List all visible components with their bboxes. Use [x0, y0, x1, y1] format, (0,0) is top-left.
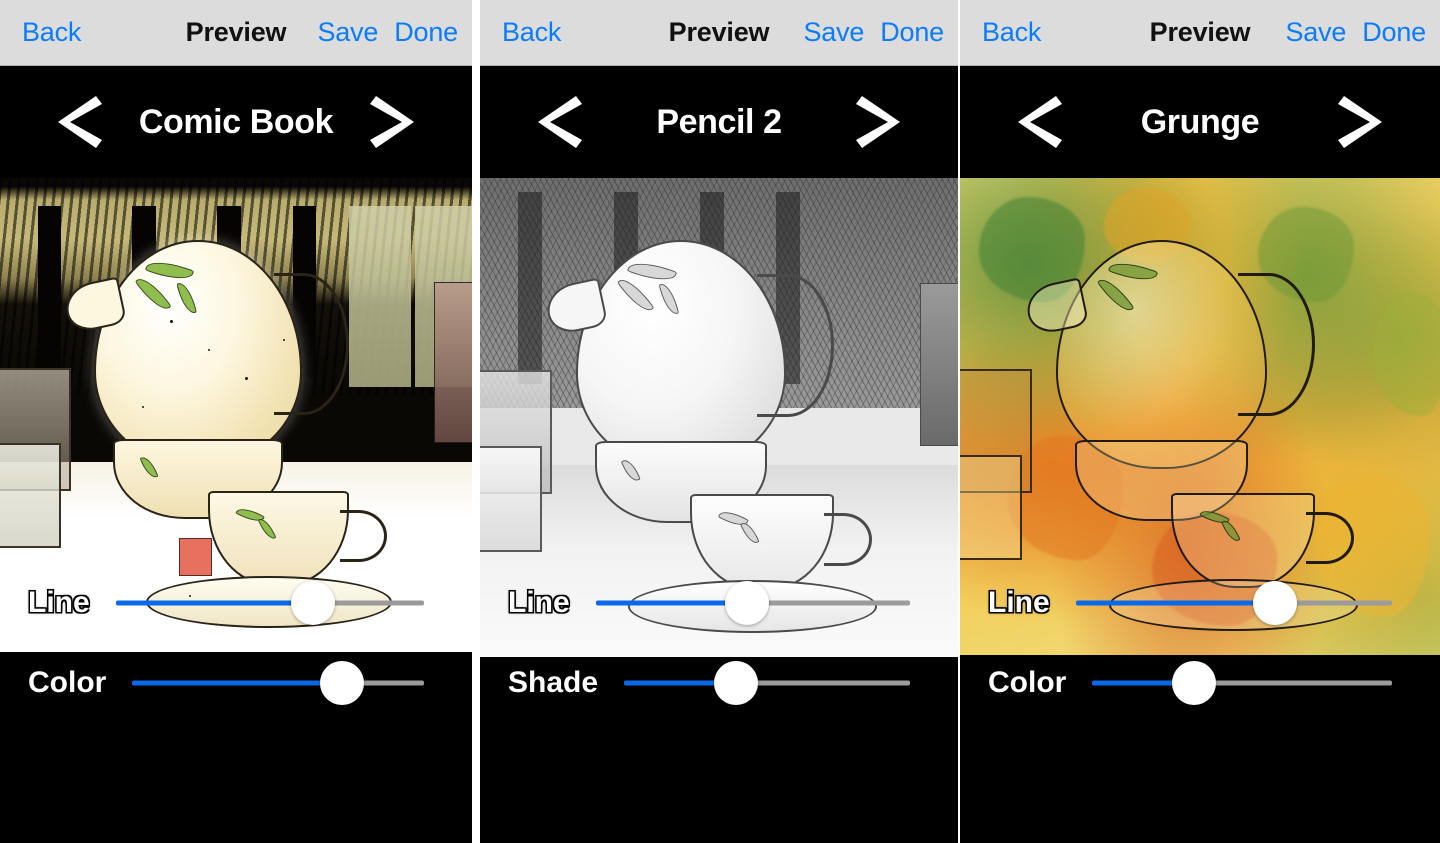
slider-line-fill — [1075, 600, 1275, 606]
slider-color-thumb[interactable] — [320, 661, 365, 705]
filter-selector-bar: Grunge — [960, 66, 1440, 178]
slider-line-fill — [115, 600, 313, 606]
back-button[interactable]: Back — [982, 17, 1041, 48]
slider-color-label: Color — [28, 666, 107, 699]
slider-color-track-wrap[interactable] — [1092, 657, 1392, 709]
slider-shade[interactable]: Shade — [480, 657, 958, 709]
back-button[interactable]: Back — [22, 17, 81, 48]
done-button[interactable]: Done — [1362, 17, 1426, 48]
filter-name-label: Grunge — [1140, 102, 1260, 141]
preview-panel-pencil-2: Back Preview Save Done Pencil 2 Line Sha… — [480, 0, 958, 843]
slider-line[interactable]: Line — [480, 577, 958, 629]
chevron-right-icon[interactable] — [856, 94, 902, 150]
slider-shade-track-wrap[interactable] — [624, 657, 910, 709]
chevron-right-icon[interactable] — [1338, 94, 1384, 150]
slider-line-label: Line — [988, 586, 1050, 619]
slider-line-track-wrap[interactable] — [1075, 577, 1392, 629]
slider-color-track-wrap[interactable] — [132, 657, 424, 709]
panel-divider — [472, 0, 480, 843]
slider-line-thumb[interactable] — [1252, 581, 1297, 625]
slider-color-thumb[interactable] — [1172, 661, 1217, 705]
slider-line-thumb[interactable] — [291, 581, 335, 625]
navbar-actions: Save Done — [1286, 17, 1427, 48]
preview-panel-comic-book: Back Preview Save Done Comic Book Line C… — [0, 0, 472, 843]
save-button[interactable]: Save — [804, 17, 865, 48]
slider-shade-remainder — [735, 680, 910, 686]
slider-line-label: Line — [508, 586, 570, 619]
slider-line-label: Line — [28, 586, 90, 619]
navigation-bar: Back Preview Save Done — [480, 0, 958, 66]
slider-color-label: Color — [988, 666, 1067, 699]
done-button[interactable]: Done — [394, 17, 458, 48]
slider-color-remainder — [1194, 680, 1392, 686]
slider-line[interactable]: Line — [0, 577, 472, 629]
filter-name-label: Comic Book — [138, 102, 334, 141]
slider-line-remainder — [746, 600, 910, 606]
save-button[interactable]: Save — [318, 17, 379, 48]
filter-name-label: Pencil 2 — [656, 102, 782, 141]
slider-line[interactable]: Line — [960, 577, 1440, 629]
slider-color[interactable]: Color — [0, 657, 472, 709]
slider-color[interactable]: Color — [960, 657, 1440, 709]
filter-selector-bar: Comic Book — [0, 66, 472, 178]
chevron-right-icon[interactable] — [370, 94, 416, 150]
chevron-left-icon[interactable] — [1016, 94, 1062, 150]
save-button[interactable]: Save — [1286, 17, 1347, 48]
preview-panel-grunge: Back Preview Save Done Grunge Line Color — [960, 0, 1440, 843]
slider-color-fill — [132, 680, 343, 686]
navbar-actions: Save Done — [804, 17, 945, 48]
screenshot-root: Back Preview Save Done Comic Book Line C… — [0, 0, 1440, 843]
done-button[interactable]: Done — [880, 17, 944, 48]
chevron-left-icon[interactable] — [56, 94, 102, 150]
back-button[interactable]: Back — [502, 17, 561, 48]
slider-line-track-wrap[interactable] — [595, 577, 910, 629]
chevron-left-icon[interactable] — [536, 94, 582, 150]
slider-line-thumb[interactable] — [724, 581, 769, 625]
slider-shade-thumb[interactable] — [713, 661, 758, 705]
slider-shade-label: Shade — [508, 666, 599, 699]
filter-selector-bar: Pencil 2 — [480, 66, 958, 178]
navigation-bar: Back Preview Save Done — [0, 0, 472, 66]
slider-line-fill — [595, 600, 747, 606]
slider-line-track-wrap[interactable] — [115, 577, 424, 629]
navigation-bar: Back Preview Save Done — [960, 0, 1440, 66]
navbar-actions: Save Done — [318, 17, 459, 48]
